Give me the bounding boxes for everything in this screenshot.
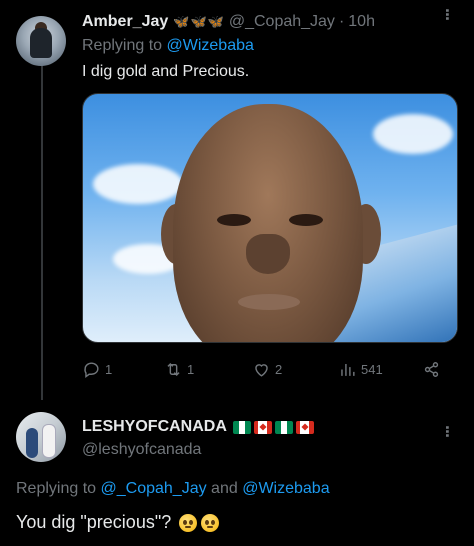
thread-connector-line [41, 64, 43, 400]
nose-shape [246, 234, 290, 274]
tweet-media-image[interactable] [82, 93, 458, 343]
views-count: 541 [361, 362, 383, 377]
mention-link[interactable]: @_Copah_Jay [101, 480, 207, 497]
reply-button[interactable]: 1 [82, 360, 112, 379]
more-options-icon[interactable]: ··· [437, 8, 457, 20]
tweet-header: LESHYOFCANADA [82, 418, 314, 436]
tweet-text-row: You dig "precious"? [16, 512, 220, 533]
tweet-text: You dig "precious"? [16, 512, 172, 532]
avatar[interactable] [16, 412, 66, 462]
canada-flag-icon [295, 420, 314, 434]
avatar-person-shape [42, 424, 56, 458]
share-icon [424, 362, 439, 377]
replying-prefix: Replying to [16, 480, 97, 497]
nigeria-flag-icon [232, 420, 251, 434]
retweet-icon [167, 362, 180, 377]
user-handle[interactable]: @leshyofcanada [82, 441, 201, 459]
separator-dot: · [338, 13, 345, 30]
butterfly-emoji-badges: 🦋🦋🦋 [173, 14, 225, 29]
more-options-icon[interactable]: ··· [437, 425, 457, 437]
reply-icon [84, 362, 99, 379]
tweet-text: I dig gold and Precious. [82, 63, 250, 80]
mention-link[interactable]: @Wizebaba [167, 37, 254, 54]
cloud-shape [93, 164, 183, 204]
avatar-person-shape [26, 428, 38, 458]
replying-to: Replying to @Wizebaba [82, 37, 254, 55]
canada-flag-icon [253, 420, 272, 434]
tweet-action-bar: 1 1 2 541 [82, 360, 458, 384]
flag-emoji-badges [232, 420, 314, 434]
user-handle[interactable]: @_Copah_Jay [229, 13, 335, 31]
pleading-face-emoji-icon [201, 513, 220, 532]
reply-count: 1 [105, 362, 113, 377]
mouth-shape [238, 294, 300, 310]
retweet-button[interactable]: 1 [164, 360, 194, 379]
tweet-header: Amber_Jay 🦋🦋🦋 @_Copah_Jay · 10h [82, 13, 375, 31]
replying-prefix: Replying to [82, 37, 163, 54]
display-name[interactable]: LESHYOFCANADA [82, 418, 227, 436]
like-button[interactable]: 2 [252, 360, 282, 379]
display-name[interactable]: Amber_Jay [82, 13, 168, 31]
pleading-face-emoji-icon [179, 513, 198, 532]
avatar[interactable] [16, 16, 66, 66]
eye-shape [217, 214, 251, 226]
like-count: 2 [275, 362, 283, 377]
heart-icon [255, 364, 268, 377]
views-button[interactable]: 541 [338, 360, 383, 379]
replying-and: and [211, 480, 238, 497]
replying-to: Replying to @_Copah_Jay and @Wizebaba [16, 480, 330, 498]
avatar-body-shape [30, 28, 52, 58]
nigeria-flag-icon [274, 420, 293, 434]
retweet-count: 1 [187, 362, 195, 377]
eye-shape [289, 214, 323, 226]
share-button[interactable] [422, 360, 441, 379]
mention-link[interactable]: @Wizebaba [242, 480, 329, 497]
cloud-shape [373, 114, 453, 154]
views-bar-chart-icon [341, 363, 355, 376]
timestamp[interactable]: 10h [348, 13, 375, 31]
